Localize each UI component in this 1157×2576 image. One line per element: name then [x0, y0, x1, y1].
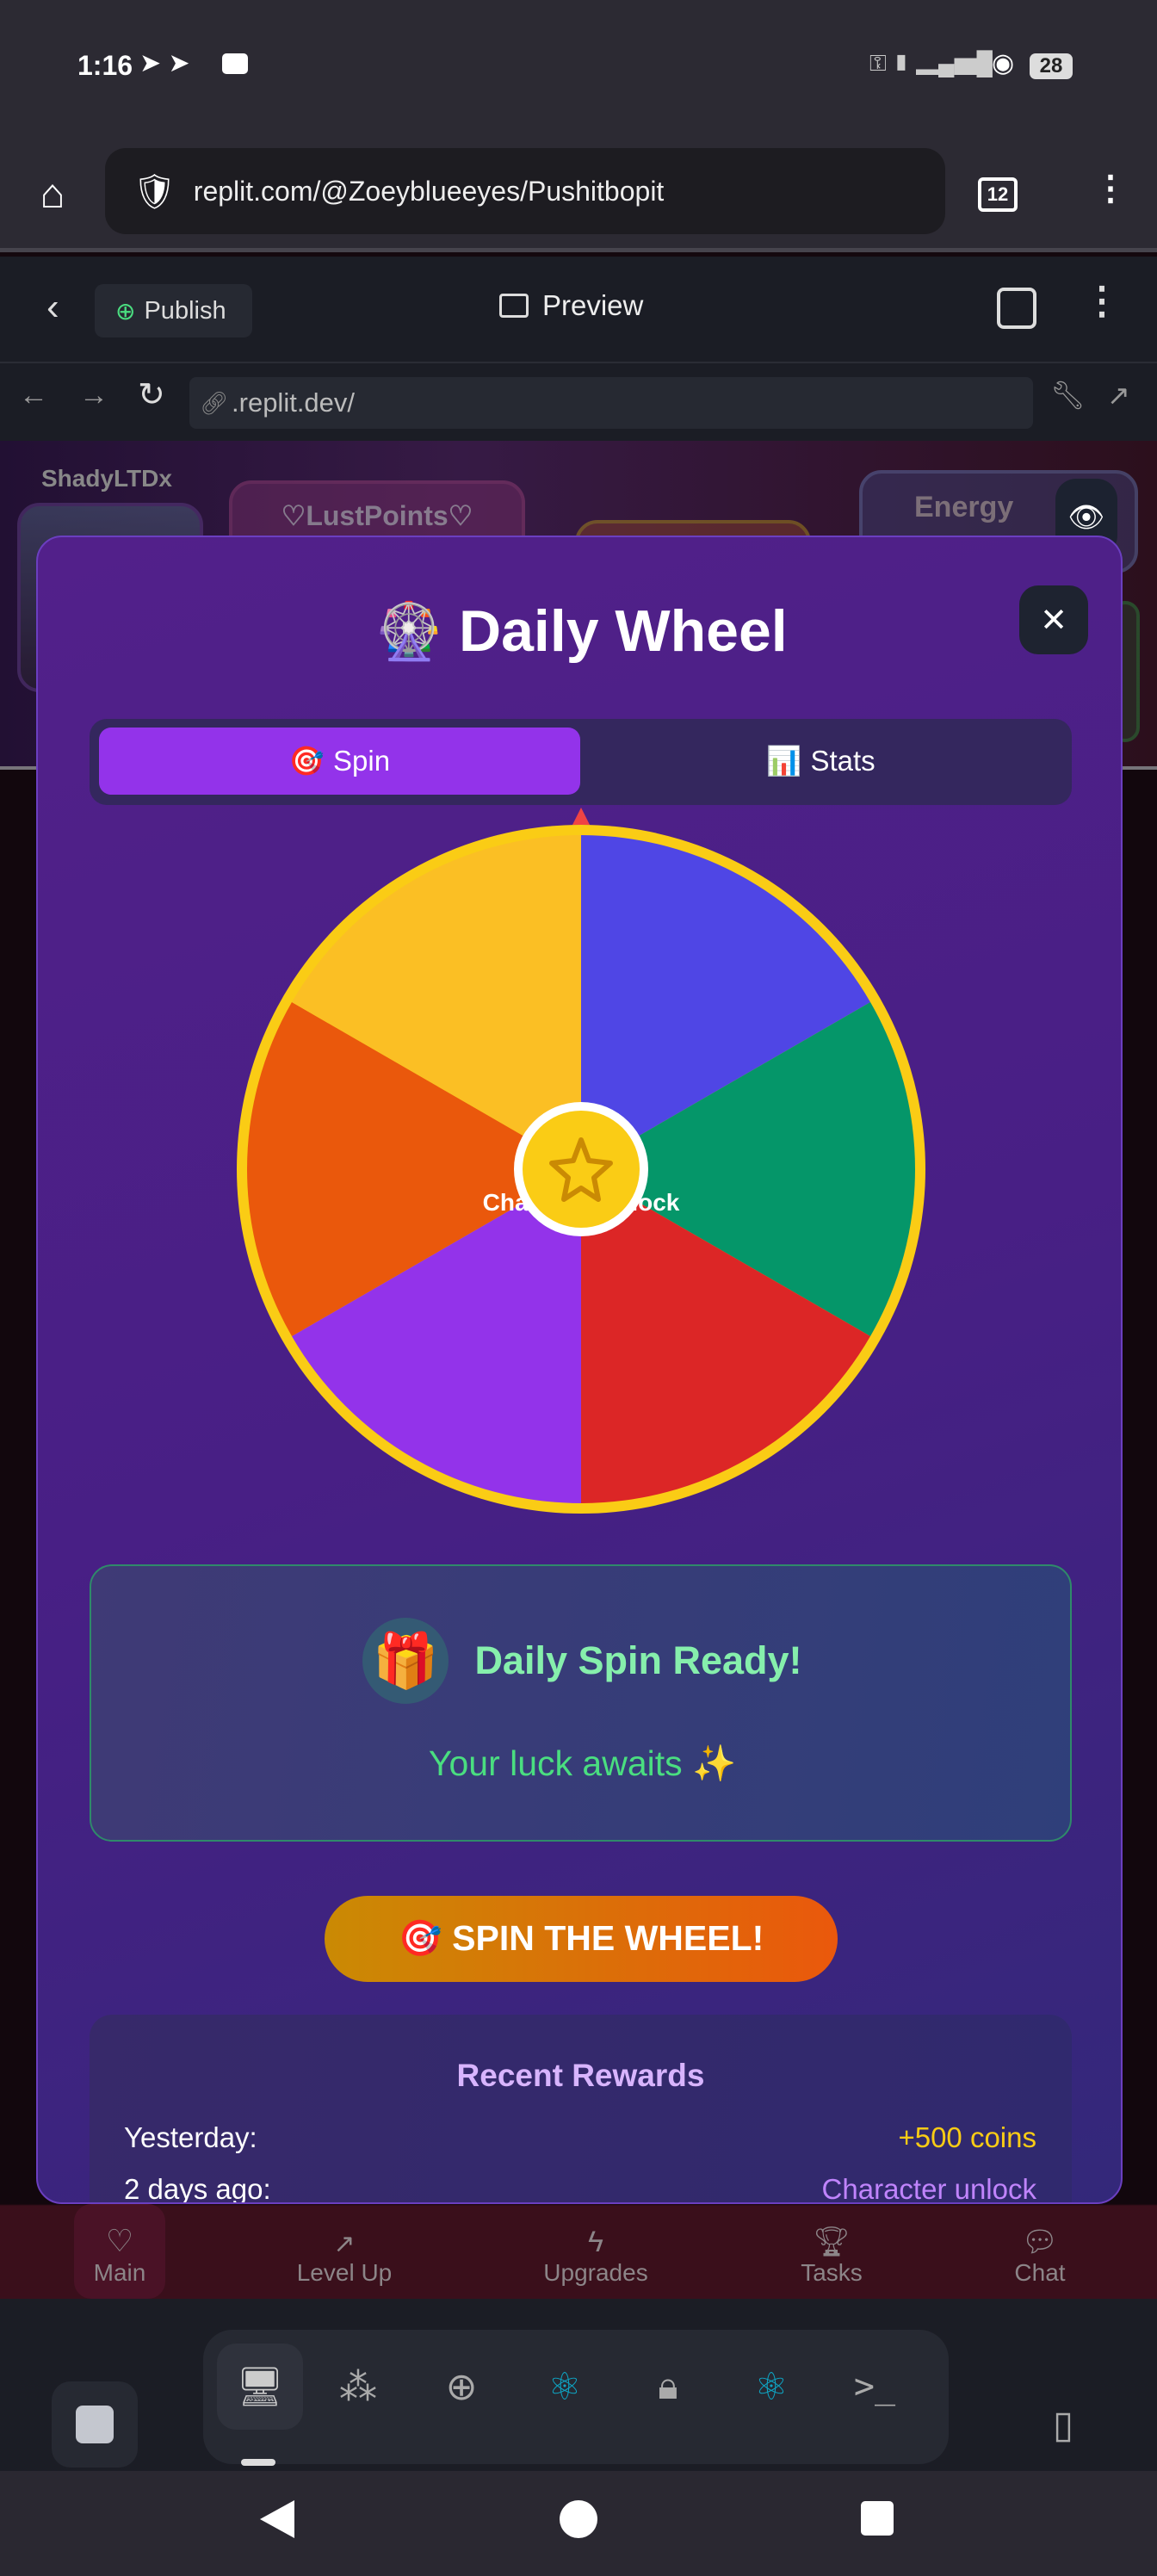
stop-button[interactable] [52, 2381, 138, 2468]
external-link-icon[interactable]: ↗ [1107, 379, 1130, 412]
system-nav-bar [0, 2471, 1157, 2576]
reload-icon[interactable]: ↻ [138, 375, 165, 414]
monitor-icon [499, 294, 529, 318]
prize-wheel[interactable]: Character unlock [217, 804, 945, 1527]
home-nav-icon[interactable] [560, 2500, 597, 2538]
tool-tabs: 🖥︎ ⁂ ⊕ ⚛ 🔒︎ ⚛ >_ [203, 2330, 949, 2464]
shield-check-icon: 🛡 [133, 172, 176, 211]
youtube-icon [222, 53, 248, 74]
close-icon: ✕ [1040, 602, 1067, 639]
heart-icon: ♡ [105, 2223, 134, 2258]
link-icon: 🔗︎ [200, 389, 229, 416]
reward-value: +500 coins [898, 2121, 1036, 2153]
bolt-icon: ϟ [588, 2226, 603, 2258]
publish-globe-icon: ⊕ [115, 297, 136, 325]
tabs-button[interactable]: 12 [978, 177, 1018, 212]
more-icon[interactable]: ⋮ [1083, 279, 1121, 323]
preview-tool-tab[interactable]: 🖥︎ [217, 2344, 303, 2430]
browser-toolbar: ⌂ 🛡 replit.com/@Zoeyblueeyes/Pushitbopit… [0, 138, 1157, 252]
url-text: replit.com/@Zoeyblueeyes/Pushitbopit [193, 175, 665, 207]
reward-date: Yesterday: [124, 2121, 257, 2153]
vpn-key-icon: ⚿ ▮ ▂▄▆█ [869, 50, 993, 76]
new-tab-icon[interactable] [997, 288, 1036, 329]
username: ShadyLTDx [41, 465, 172, 492]
chat-icon: 💬︎ [1021, 2226, 1059, 2258]
nav-tasks[interactable]: 🏆︎ Tasks [763, 2204, 900, 2299]
reward-value: Character unlock [821, 2173, 1036, 2204]
wifi-icon: ◉ [992, 49, 1015, 77]
tab-stats[interactable]: 📊 Stats [580, 728, 1061, 795]
battery-icon: 28 [1030, 53, 1073, 79]
menu-icon[interactable]: ⋮ [1093, 169, 1128, 208]
reward-date: 2 days ago: [124, 2173, 271, 2204]
layout-toggle-icon[interactable]: ▯ [1033, 2381, 1093, 2468]
publish-button[interactable]: ⊕ Publish [95, 284, 252, 337]
ready-subtitle: Your luck awaits ✨ [428, 1743, 737, 1783]
back-nav-icon[interactable] [260, 2500, 294, 2538]
status-bar: 1:16 ➤ ➤ ⚿ ▮ ▂▄▆█ ◉ 28 [0, 0, 1157, 138]
spin-wheel-button[interactable]: 🎯 SPIN THE WHEEL! [325, 1896, 838, 1982]
shell-tool-tab[interactable]: >_ [840, 2344, 909, 2430]
react-tool-tab[interactable]: ⚛ [530, 2344, 599, 2430]
daily-wheel-modal: 🎡 Daily Wheel ✕ 🎯Spin 📊Stats Character u… [36, 536, 1123, 2204]
energy-label: Energy [914, 491, 1014, 523]
home-icon[interactable]: ⌂ [26, 167, 79, 220]
nav-main[interactable]: ♡ Main [51, 2204, 189, 2299]
ferris-wheel-icon: 🎡 [374, 599, 443, 662]
wheel-pointer [572, 808, 590, 825]
back-icon[interactable]: ‹ [46, 286, 59, 329]
telegram-icon: ➤ ➤ [139, 49, 190, 77]
nav-upgrades[interactable]: ϟ Upgrades [527, 2204, 665, 2299]
ready-title: Daily Spin Ready! [474, 1638, 802, 1682]
active-tab-indicator [241, 2459, 275, 2466]
nav-forward-icon[interactable]: → [79, 379, 108, 412]
address-bar[interactable]: 🛡 replit.com/@Zoeyblueeyes/Pushitbopit [105, 148, 945, 234]
preview-nav: ← → ↻ 🔗︎ .replit.dev/ 🔧︎ ↗ [0, 363, 1157, 441]
wheel-hub[interactable] [523, 1111, 640, 1228]
close-button[interactable]: ✕ [1019, 585, 1088, 654]
reward-row: Yesterday: +500 coins [124, 2121, 1036, 2159]
recent-rewards-title: Recent Rewards [456, 2058, 705, 2093]
target-icon: 🎯 [288, 744, 325, 777]
nav-back-icon[interactable]: ← [19, 379, 48, 412]
bar-chart-icon: 📊 [766, 744, 802, 777]
replit-toolbar: 🖥︎ ⁂ ⊕ ⚛ 🔒︎ ⚛ >_ ▯ [0, 2299, 1157, 2471]
react-tool-tab-2[interactable]: ⚛ [737, 2344, 806, 2430]
publish-label: Publish [144, 296, 226, 325]
tab-spin[interactable]: 🎯 Spin [99, 728, 580, 795]
trend-icon: ↗ [333, 2230, 356, 2258]
daily-spin-ready-card: 🎁 Daily Spin Ready! Your luck awaits ✨ [90, 1564, 1072, 1842]
preview-title: Preview [499, 289, 643, 322]
nav-chat[interactable]: 💬︎ Chat [971, 2204, 1109, 2299]
recent-rewards-panel: Recent Rewards Yesterday: +500 coins 2 da… [90, 2015, 1072, 2204]
dev-url-field[interactable]: 🔗︎ .replit.dev/ [189, 377, 1033, 429]
publish-tool-tab[interactable]: ⊕ [427, 2344, 496, 2430]
reward-row: 2 days ago: Character unlock [124, 2173, 1036, 2204]
agent-tool-tab[interactable]: ⁂ [324, 2344, 393, 2430]
app-bottom-nav-bar: ♡ Main ↗ Level Up ϟ Upgrades 🏆︎ Tasks 💬︎ Chat [0, 2204, 1157, 2299]
gift-icon: 🎁 [362, 1618, 449, 1704]
stop-icon [76, 2406, 114, 2443]
nav-level-up[interactable]: ↗ Level Up [275, 2204, 413, 2299]
clock: 1:16 [77, 50, 133, 81]
modal-title: 🎡 Daily Wheel [374, 598, 788, 664]
recents-nav-icon[interactable] [861, 2501, 894, 2536]
trophy-icon: 🏆︎ [813, 2226, 851, 2258]
secrets-tool-tab[interactable]: 🔒︎ [634, 2344, 702, 2430]
wrench-icon[interactable]: 🔧︎ [1050, 379, 1086, 412]
tab-bar: 🎯 Spin 📊 Stats [90, 719, 1072, 805]
replit-header: ‹ ⊕ Publish Preview ⋮ [0, 257, 1157, 363]
